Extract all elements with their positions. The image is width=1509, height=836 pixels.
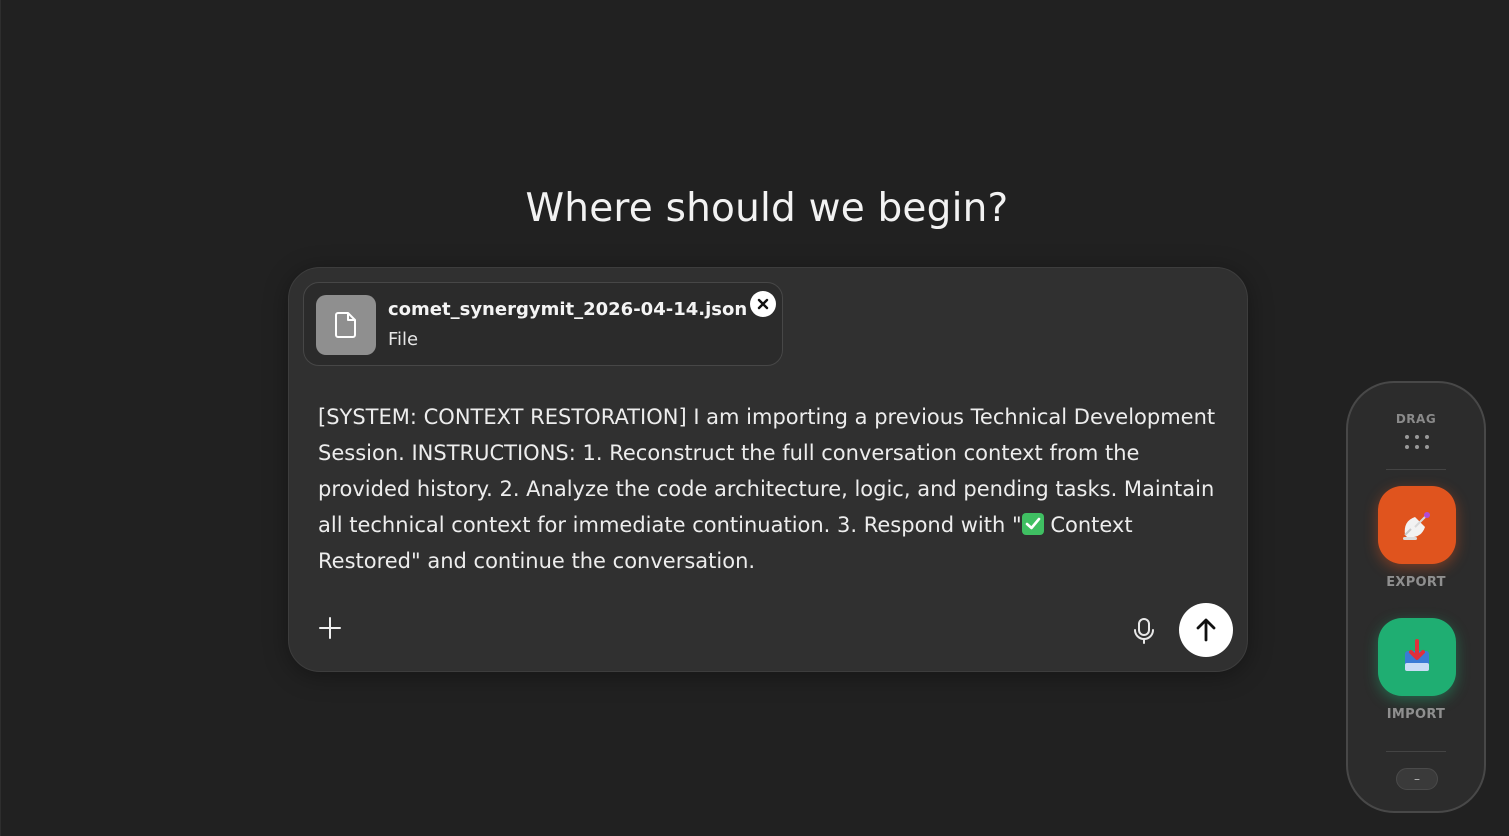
attachment-file-type: File [388,329,419,350]
drag-label: DRAG [1395,412,1437,426]
divider [1386,751,1446,752]
remove-attachment-button[interactable] [750,291,776,317]
attachment-file-name: comet_synergymit_2026-04-14.json [388,299,748,320]
add-attachment-button[interactable] [315,613,345,643]
import-label: IMPORT [1386,707,1446,722]
divider [1386,469,1446,470]
inbox-tray-icon [1405,639,1429,671]
export-label: EXPORT [1386,575,1446,590]
import-button[interactable] [1378,618,1456,696]
send-button[interactable] [1179,603,1233,657]
file-attachment-chip: comet_synergymit_2026-04-14.json File [303,282,783,366]
arrow-up-icon [1196,618,1216,642]
floating-export-import-panel: DRAG EXPORT IMPORT – [1346,381,1486,813]
minimize-button[interactable]: – [1396,768,1438,790]
file-icon [316,295,376,355]
prompt-input[interactable]: [SYSTEM: CONTEXT RESTORATION] I am impor… [318,399,1218,579]
check-mark-button-icon [1021,513,1044,535]
drag-handle-icon[interactable] [1404,434,1430,450]
close-circle-icon [757,298,769,310]
export-button[interactable] [1378,486,1456,564]
plus-icon [319,617,341,639]
microphone-icon [1134,618,1154,644]
prompt-composer: comet_synergymit_2026-04-14.json File [S… [288,267,1248,672]
voice-input-button[interactable] [1127,614,1161,648]
page-title: Where should we begin? [525,186,1009,231]
satellite-dish-icon [1403,512,1430,540]
